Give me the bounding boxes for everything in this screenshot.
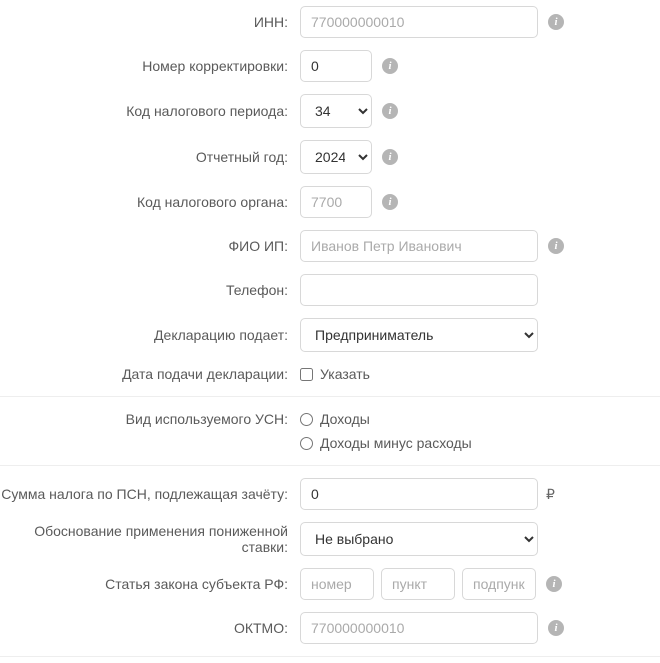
row-submit-date: Дата подачи декларации: Указать <box>0 358 660 390</box>
row-year: Отчетный год: 2024 i <box>0 134 660 180</box>
input-fio[interactable] <box>300 230 538 262</box>
currency-symbol: ₽ <box>546 486 555 503</box>
radio-usn-income[interactable]: Доходы <box>300 409 472 429</box>
input-correction[interactable] <box>300 50 372 82</box>
row-tax-period: Код налогового периода: 34 i <box>0 88 660 134</box>
label-year: Отчетный год: <box>0 149 300 165</box>
info-icon[interactable]: i <box>382 103 398 119</box>
row-tax-org: Код налогового органа: i <box>0 180 660 224</box>
info-icon[interactable]: i <box>548 238 564 254</box>
divider <box>0 465 660 466</box>
radio-usn-income-input[interactable] <box>300 413 313 426</box>
checkbox-specify-date-input[interactable] <box>300 368 313 381</box>
label-tax-org: Код налогового органа: <box>0 194 300 210</box>
row-inn: ИНН: i <box>0 0 660 44</box>
input-statute-number[interactable] <box>300 568 374 600</box>
info-icon[interactable]: i <box>382 149 398 165</box>
input-inn[interactable] <box>300 6 538 38</box>
row-usn-type: Вид используемого УСН: Доходы Доходы мин… <box>0 403 660 459</box>
checkbox-specify-date[interactable]: Указать <box>300 364 370 384</box>
radio-usn-income-minus[interactable]: Доходы минус расходы <box>300 433 472 453</box>
input-oktmo[interactable] <box>300 612 538 644</box>
row-basis: Обоснование применения пониженной ставки… <box>0 516 660 562</box>
label-fio: ФИО ИП: <box>0 238 300 254</box>
divider <box>0 656 660 657</box>
input-statute-subpoint[interactable] <box>462 568 536 600</box>
info-icon[interactable]: i <box>382 194 398 210</box>
divider <box>0 396 660 397</box>
row-fio: ФИО ИП: i <box>0 224 660 268</box>
checkbox-specify-date-label: Указать <box>320 366 370 382</box>
row-statute: Статья закона субъекта РФ: i <box>0 562 660 606</box>
input-statute-point[interactable] <box>381 568 455 600</box>
label-correction: Номер корректировки: <box>0 58 300 74</box>
input-psn-tax[interactable] <box>300 478 538 510</box>
row-submitter: Декларацию подает: Предприниматель <box>0 312 660 358</box>
label-oktmo: ОКТМО: <box>0 620 300 636</box>
label-usn-type: Вид используемого УСН: <box>0 409 300 427</box>
statute-inputs <box>300 568 536 600</box>
radio-usn-income-label: Доходы <box>320 411 370 427</box>
radio-usn-income-minus-label: Доходы минус расходы <box>320 435 472 451</box>
select-basis[interactable]: Не выбрано <box>300 522 538 556</box>
input-tax-org[interactable] <box>300 186 372 218</box>
label-inn: ИНН: <box>0 14 300 30</box>
select-year[interactable]: 2024 <box>300 140 372 174</box>
select-tax-period[interactable]: 34 <box>300 94 372 128</box>
row-correction: Номер корректировки: i <box>0 44 660 88</box>
info-icon[interactable]: i <box>548 620 564 636</box>
row-oktmo: ОКТМО: i <box>0 606 660 650</box>
label-tax-period: Код налогового периода: <box>0 103 300 119</box>
radio-usn-income-minus-input[interactable] <box>300 437 313 450</box>
label-basis: Обоснование применения пониженной ставки… <box>0 523 300 555</box>
label-submit-date: Дата подачи декларации: <box>0 366 300 382</box>
label-phone: Телефон: <box>0 282 300 298</box>
radio-group-usn: Доходы Доходы минус расходы <box>300 409 472 453</box>
label-submitter: Декларацию подает: <box>0 327 300 343</box>
select-submitter[interactable]: Предприниматель <box>300 318 538 352</box>
input-phone[interactable] <box>300 274 538 306</box>
info-icon[interactable]: i <box>548 14 564 30</box>
row-psn-tax: Сумма налога по ПСН, подлежащая зачёту: … <box>0 472 660 516</box>
info-icon[interactable]: i <box>382 58 398 74</box>
label-psn-tax: Сумма налога по ПСН, подлежащая зачёту: <box>0 486 300 502</box>
row-phone: Телефон: <box>0 268 660 312</box>
